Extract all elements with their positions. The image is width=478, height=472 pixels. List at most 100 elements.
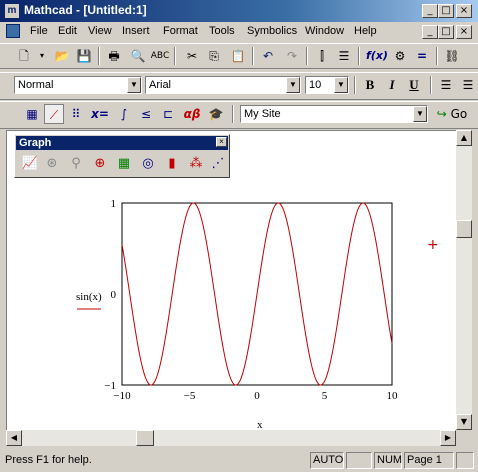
font-value: Arial bbox=[149, 79, 172, 91]
calculate-icon[interactable]: = bbox=[412, 46, 432, 66]
maximize-button[interactable]: □ bbox=[438, 4, 454, 18]
print-preview-icon[interactable]: 🔍 bbox=[128, 46, 148, 66]
new-document-icon[interactable]: 🗋 bbox=[14, 46, 34, 66]
insert-unit-icon[interactable]: ⚙ bbox=[390, 46, 410, 66]
font-select[interactable]: Arial ▼ bbox=[145, 76, 301, 94]
go-button[interactable]: ↪ Go bbox=[432, 104, 472, 124]
font-size-select[interactable]: 10 ▼ bbox=[305, 76, 349, 94]
minimize-button[interactable]: _ bbox=[422, 4, 438, 18]
new-dropdown-icon[interactable]: ▾ bbox=[32, 46, 52, 66]
menu-insert[interactable]: Insert bbox=[122, 25, 150, 37]
menu-format[interactable]: Format bbox=[163, 25, 198, 37]
align-across-icon[interactable]: ⫿ bbox=[312, 46, 332, 66]
italic-button[interactable]: I bbox=[382, 75, 402, 95]
graph-toolbar-icon[interactable]: ⟋ bbox=[44, 104, 64, 124]
chevron-down-icon[interactable]: ▼ bbox=[127, 77, 141, 93]
graph-palette-close-button[interactable]: × bbox=[216, 137, 227, 147]
zoom-icon[interactable]: ⚲ bbox=[66, 154, 86, 174]
scroll-down-icon[interactable]: ▼ bbox=[456, 414, 472, 430]
style-value: Normal bbox=[18, 79, 54, 91]
formatting-toolbar: Normal ▼ Arial ▼ 10 ▼ B I U ☰ ☰ bbox=[0, 72, 478, 100]
underline-button[interactable]: U bbox=[404, 75, 424, 95]
graph-palette: Graph × 📈 ⊛ ⚲ ⊕ ▦ ◎ ▮ ⁂ ⋰ bbox=[14, 134, 230, 178]
scatter-plot-icon[interactable]: ⁂ bbox=[186, 154, 206, 174]
align-down-icon[interactable]: ☰ bbox=[334, 46, 354, 66]
status-mode: AUTO bbox=[310, 452, 344, 469]
mathcad-app-icon[interactable]: m bbox=[4, 3, 20, 19]
xy-plot-icon[interactable]: 📈 bbox=[20, 154, 40, 174]
status-num: NUM bbox=[374, 452, 402, 469]
y-axis-expression: sin(x) bbox=[76, 291, 102, 303]
align-left-icon[interactable]: ☰ bbox=[436, 75, 456, 95]
menu-help[interactable]: Help bbox=[354, 25, 377, 37]
scroll-left-icon[interactable]: ◀ bbox=[6, 430, 22, 446]
vector-field-icon[interactable]: ⋰ bbox=[208, 154, 228, 174]
menu-edit[interactable]: Edit bbox=[58, 25, 77, 37]
x-tick-label: −5 bbox=[184, 390, 196, 402]
save-icon[interactable]: 💾 bbox=[74, 46, 94, 66]
scroll-up-icon[interactable]: ▲ bbox=[456, 130, 472, 146]
calculator-icon[interactable]: ▦ bbox=[22, 104, 42, 124]
font-size-value: 10 bbox=[309, 79, 322, 91]
boolean-icon[interactable]: ≤ bbox=[136, 104, 156, 124]
resize-grip-icon[interactable] bbox=[456, 452, 474, 469]
horizontal-scrollbar[interactable]: ◀ ▶ bbox=[6, 430, 456, 446]
align-center-icon[interactable]: ☰ bbox=[458, 75, 478, 95]
close-button[interactable]: × bbox=[456, 4, 472, 18]
chevron-down-icon[interactable]: ▼ bbox=[334, 77, 348, 93]
menu-symbolics[interactable]: Symbolics bbox=[247, 25, 297, 37]
graph-palette-title[interactable]: Graph bbox=[16, 136, 228, 150]
insert-component-icon[interactable]: ⛓ bbox=[442, 46, 462, 66]
site-select[interactable]: My Site ▼ bbox=[240, 105, 428, 123]
site-value: My Site bbox=[244, 108, 281, 120]
undo-icon[interactable]: ↶ bbox=[258, 46, 278, 66]
cross-marker: + bbox=[427, 237, 439, 253]
document-icon[interactable] bbox=[6, 24, 20, 38]
status-empty bbox=[346, 452, 372, 469]
redo-icon[interactable]: ↷ bbox=[282, 46, 302, 66]
sin-trace bbox=[121, 202, 393, 386]
evaluation-button[interactable]: x= bbox=[90, 104, 110, 124]
calculus-icon[interactable]: ∫ bbox=[114, 104, 134, 124]
vertical-scrollbar[interactable]: ▲ ▼ bbox=[456, 130, 472, 430]
vertical-scroll-thumb[interactable] bbox=[456, 220, 472, 238]
status-help-text: Press F1 for help. bbox=[5, 454, 92, 466]
horizontal-scroll-thumb[interactable] bbox=[136, 430, 154, 446]
copy-icon[interactable]: ⎘ bbox=[204, 46, 224, 66]
doc-restore-button[interactable]: □ bbox=[438, 25, 454, 39]
spell-check-icon[interactable]: ABC bbox=[150, 46, 170, 66]
y-tick-label: 0 bbox=[111, 289, 117, 301]
greek-button[interactable]: αβ bbox=[182, 104, 202, 124]
bar-plot-icon[interactable]: ▮ bbox=[162, 154, 182, 174]
title-bar: m Mathcad - [Untitled:1] _ □ × bbox=[0, 0, 478, 22]
insert-function-icon[interactable]: f(x) bbox=[366, 46, 388, 66]
open-folder-icon[interactable]: 📂 bbox=[52, 46, 72, 66]
menu-window[interactable]: Window bbox=[305, 25, 344, 37]
x-tick-label: 0 bbox=[254, 390, 260, 402]
standard-toolbar: 🗋 ▾ 📂 💾 🖶 🔍 ABC ✂ ⎘ 📋 ↶ ↷ ⫿ ☰ f(x) ⚙ = ⛓ bbox=[0, 43, 478, 69]
menu-view[interactable]: View bbox=[88, 25, 112, 37]
chevron-down-icon[interactable]: ▼ bbox=[413, 106, 427, 122]
go-label: Go bbox=[450, 107, 468, 121]
scroll-corner bbox=[456, 430, 472, 446]
contour-plot-icon[interactable]: ◎ bbox=[138, 154, 158, 174]
surface-plot-icon[interactable]: ▦ bbox=[114, 154, 134, 174]
menu-file[interactable]: File bbox=[30, 25, 48, 37]
polar-plot-icon[interactable]: ⊛ bbox=[42, 154, 62, 174]
print-icon[interactable]: 🖶 bbox=[104, 46, 124, 66]
trace-icon[interactable]: ⊕ bbox=[90, 154, 110, 174]
chevron-down-icon[interactable]: ▼ bbox=[286, 77, 300, 93]
style-select[interactable]: Normal ▼ bbox=[14, 76, 142, 94]
bold-button[interactable]: B bbox=[360, 75, 380, 95]
math-toolbar: ▦ ⟋ ⠿ x= ∫ ≤ ⊏ αβ 🎓 My Site ▼ ↪ Go bbox=[0, 101, 478, 129]
symbolic-icon[interactable]: 🎓 bbox=[206, 104, 226, 124]
matrix-icon[interactable]: ⠿ bbox=[66, 104, 86, 124]
menu-tools[interactable]: Tools bbox=[209, 25, 235, 37]
paste-icon[interactable]: 📋 bbox=[228, 46, 248, 66]
cut-icon[interactable]: ✂ bbox=[182, 46, 202, 66]
doc-close-button[interactable]: × bbox=[456, 25, 472, 39]
scroll-right-icon[interactable]: ▶ bbox=[440, 430, 456, 446]
doc-minimize-button[interactable]: _ bbox=[422, 25, 438, 39]
y-tick-label: 1 bbox=[111, 198, 117, 210]
programming-icon[interactable]: ⊏ bbox=[158, 104, 178, 124]
